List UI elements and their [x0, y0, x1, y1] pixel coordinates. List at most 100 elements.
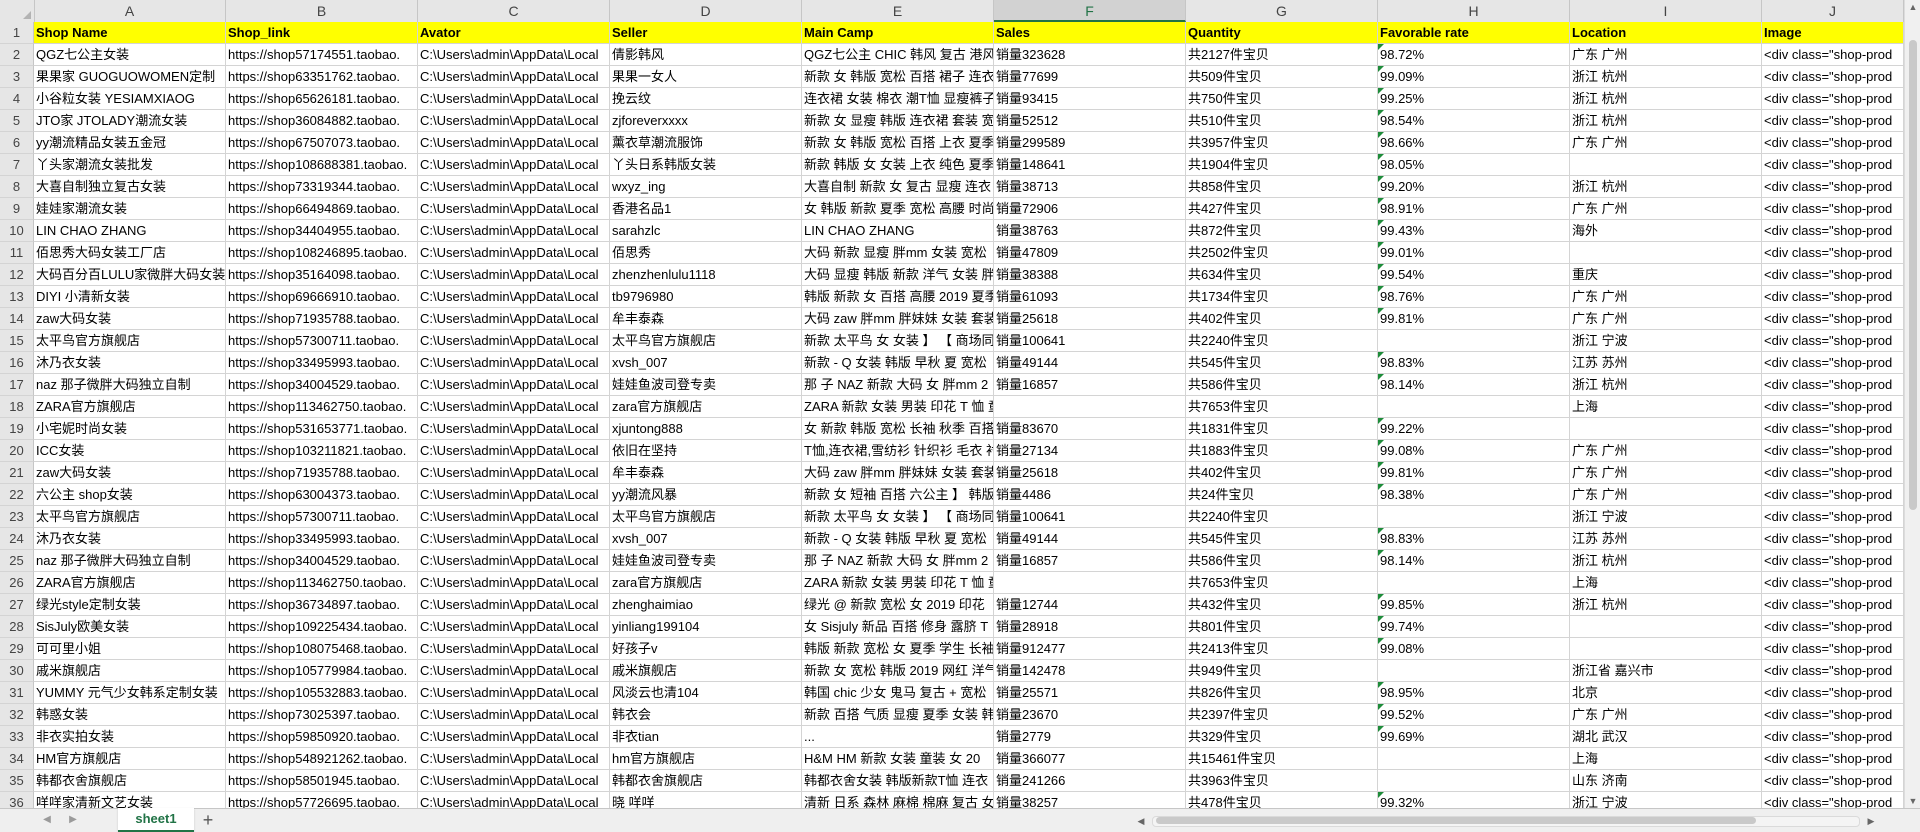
- table-cell[interactable]: 98.66%: [1378, 132, 1570, 154]
- table-cell[interactable]: 销量77699: [994, 66, 1186, 88]
- table-cell[interactable]: https://shop103211821.taobao.: [226, 440, 418, 462]
- table-cell[interactable]: 韩版 新款 女 百搭 高腰 2019 夏季: [802, 286, 994, 308]
- row-number[interactable]: 20: [0, 440, 34, 462]
- table-cell[interactable]: <div class="shop-prod: [1762, 748, 1904, 770]
- row-number[interactable]: 28: [0, 616, 34, 638]
- table-cell[interactable]: 销量142478: [994, 660, 1186, 682]
- table-cell[interactable]: 广东 广州: [1570, 704, 1762, 726]
- table-cell[interactable]: 浙江 杭州: [1570, 110, 1762, 132]
- table-cell[interactable]: 销量38713: [994, 176, 1186, 198]
- table-cell[interactable]: 丫头家潮流女装批发: [34, 154, 226, 176]
- table-cell[interactable]: 共545件宝贝: [1186, 528, 1378, 550]
- table-cell[interactable]: C:\Users\admin\AppData\Local: [418, 88, 610, 110]
- table-cell[interactable]: 新款 女 韩版 宽松 百搭 上衣 夏季: [802, 132, 994, 154]
- table-cell[interactable]: <div class="shop-prod: [1762, 396, 1904, 418]
- table-cell[interactable]: 非衣tian: [610, 726, 802, 748]
- table-cell[interactable]: 小谷粒女装 YESIAMXIAOG: [34, 88, 226, 110]
- header-cell[interactable]: Shop_link: [226, 22, 418, 44]
- table-cell[interactable]: 果果一女人: [610, 66, 802, 88]
- table-cell[interactable]: 浙江 宁波: [1570, 330, 1762, 352]
- header-cell[interactable]: Location: [1570, 22, 1762, 44]
- table-cell[interactable]: 北京: [1570, 682, 1762, 704]
- table-cell[interactable]: <div class="shop-prod: [1762, 594, 1904, 616]
- table-cell[interactable]: 大码 显瘦 韩版 新款 洋气 女装 胖: [802, 264, 994, 286]
- table-cell[interactable]: 江苏 苏州: [1570, 352, 1762, 374]
- table-cell[interactable]: 那 子 NAZ 新款 大码 女 胖mm 2: [802, 374, 994, 396]
- table-cell[interactable]: C:\Users\admin\AppData\Local: [418, 660, 610, 682]
- table-cell[interactable]: https://shop34004529.taobao.: [226, 374, 418, 396]
- table-cell[interactable]: C:\Users\admin\AppData\Local: [418, 440, 610, 462]
- row-number[interactable]: 5: [0, 110, 34, 132]
- table-cell[interactable]: LIN CHAO ZHANG: [34, 220, 226, 242]
- table-cell[interactable]: 新款 女 宽松 韩版 2019 网红 洋气: [802, 660, 994, 682]
- table-cell[interactable]: <div class="shop-prod: [1762, 44, 1904, 66]
- table-cell[interactable]: 共329件宝贝: [1186, 726, 1378, 748]
- row-number[interactable]: 11: [0, 242, 34, 264]
- table-cell[interactable]: 韩都衣舍旗舰店: [34, 770, 226, 792]
- header-cell[interactable]: Image: [1762, 22, 1904, 44]
- table-cell[interactable]: ZARA 新款 女装 男装 印花 T 恤 童: [802, 396, 994, 418]
- table-cell[interactable]: 共586件宝贝: [1186, 374, 1378, 396]
- table-cell[interactable]: <div class="shop-prod: [1762, 660, 1904, 682]
- table-cell[interactable]: <div class="shop-prod: [1762, 66, 1904, 88]
- prev-sheet-arrow-icon[interactable]: ◀: [40, 813, 54, 827]
- table-cell[interactable]: 共634件宝贝: [1186, 264, 1378, 286]
- table-cell[interactable]: <div class="shop-prod: [1762, 440, 1904, 462]
- table-cell[interactable]: 佰思秀: [610, 242, 802, 264]
- table-cell[interactable]: yy潮流精品女装五金冠: [34, 132, 226, 154]
- table-cell[interactable]: 新款 女 显瘦 韩版 连衣裙 套装 宽: [802, 110, 994, 132]
- table-cell[interactable]: 共586件宝贝: [1186, 550, 1378, 572]
- table-cell[interactable]: 绿光style定制女装: [34, 594, 226, 616]
- table-cell[interactable]: 广东 广州: [1570, 198, 1762, 220]
- table-cell[interactable]: 共3963件宝贝: [1186, 770, 1378, 792]
- table-cell[interactable]: https://shop69666910.taobao.: [226, 286, 418, 308]
- table-cell[interactable]: 韩都衣舍女装 韩版新款T恤 连衣: [802, 770, 994, 792]
- column-header-f[interactable]: F: [994, 0, 1186, 22]
- table-cell[interactable]: 98.76%: [1378, 286, 1570, 308]
- table-cell[interactable]: xvsh_007: [610, 352, 802, 374]
- table-cell[interactable]: 98.38%: [1378, 484, 1570, 506]
- table-cell[interactable]: https://shop71935788.taobao.: [226, 308, 418, 330]
- table-cell[interactable]: 女 韩版 新款 夏季 宽松 高腰 时尚: [802, 198, 994, 220]
- header-cell[interactable]: Sales: [994, 22, 1186, 44]
- table-cell[interactable]: 好孩子v: [610, 638, 802, 660]
- table-cell[interactable]: 倩影韩风: [610, 44, 802, 66]
- table-cell[interactable]: 共2397件宝贝: [1186, 704, 1378, 726]
- table-cell[interactable]: 新款 太平鸟 女 女装 】 【 商场同: [802, 330, 994, 352]
- table-cell[interactable]: 销量49144: [994, 352, 1186, 374]
- table-cell[interactable]: C:\Users\admin\AppData\Local: [418, 704, 610, 726]
- table-cell[interactable]: https://shop35164098.taobao.: [226, 264, 418, 286]
- table-cell[interactable]: <div class="shop-prod: [1762, 550, 1904, 572]
- table-cell[interactable]: 销量4486: [994, 484, 1186, 506]
- table-cell[interactable]: 六公主 shop女装: [34, 484, 226, 506]
- table-cell[interactable]: C:\Users\admin\AppData\Local: [418, 198, 610, 220]
- table-cell[interactable]: C:\Users\admin\AppData\Local: [418, 352, 610, 374]
- table-cell[interactable]: xvsh_007: [610, 528, 802, 550]
- table-cell[interactable]: 共750件宝贝: [1186, 88, 1378, 110]
- column-header-a[interactable]: A: [34, 0, 226, 22]
- table-cell[interactable]: C:\Users\admin\AppData\Local: [418, 792, 610, 808]
- table-cell[interactable]: 浙江 杭州: [1570, 374, 1762, 396]
- table-cell[interactable]: 销量38763: [994, 220, 1186, 242]
- row-number[interactable]: 31: [0, 682, 34, 704]
- table-cell[interactable]: 丫头日系韩版女装: [610, 154, 802, 176]
- row-number[interactable]: 21: [0, 462, 34, 484]
- table-cell[interactable]: DIYI 小清新女装: [34, 286, 226, 308]
- table-cell[interactable]: 太平鸟官方旗舰店: [34, 506, 226, 528]
- scroll-up-arrow-icon[interactable]: ▲: [1905, 0, 1920, 14]
- table-cell[interactable]: https://shop65626181.taobao.: [226, 88, 418, 110]
- row-number[interactable]: 3: [0, 66, 34, 88]
- table-cell[interactable]: C:\Users\admin\AppData\Local: [418, 242, 610, 264]
- table-cell[interactable]: <div class="shop-prod: [1762, 286, 1904, 308]
- table-cell[interactable]: hm官方旗舰店: [610, 748, 802, 770]
- table-cell[interactable]: C:\Users\admin\AppData\Local: [418, 374, 610, 396]
- table-cell[interactable]: 99.32%: [1378, 792, 1570, 808]
- table-cell[interactable]: [1570, 154, 1762, 176]
- table-cell[interactable]: 海外: [1570, 220, 1762, 242]
- table-cell[interactable]: 销量2779: [994, 726, 1186, 748]
- table-cell[interactable]: 99.09%: [1378, 66, 1570, 88]
- scroll-right-arrow-icon[interactable]: ▶: [1864, 814, 1878, 828]
- table-cell[interactable]: [1378, 660, 1570, 682]
- table-cell[interactable]: 销量148641: [994, 154, 1186, 176]
- table-cell[interactable]: ZARA 新款 女装 男装 印花 T 恤 童: [802, 572, 994, 594]
